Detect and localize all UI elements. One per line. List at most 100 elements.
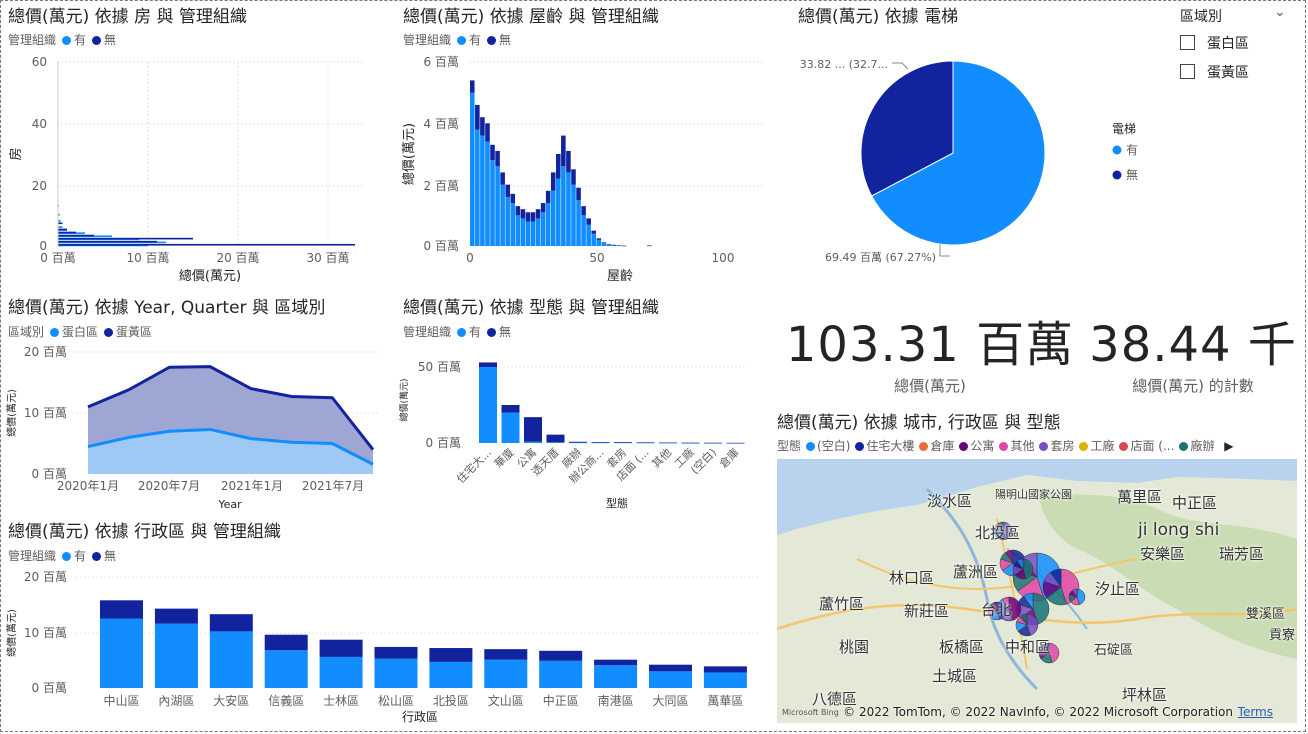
bar-mark[interactable] — [520, 209, 526, 219]
bar-mark[interactable] — [470, 92, 475, 247]
bar-mark[interactable] — [209, 614, 253, 632]
legend-next-arrow-icon[interactable]: ▶ — [1224, 439, 1233, 453]
bar-mark[interactable] — [556, 154, 561, 179]
legend-item[interactable]: 廠辦 — [1190, 439, 1214, 453]
bar-mark[interactable] — [374, 646, 418, 659]
legend-item[interactable]: 住宅大樓 — [866, 439, 914, 453]
bar-mark[interactable] — [374, 658, 418, 688]
slicer-item[interactable]: 蛋白區 — [1180, 33, 1249, 53]
bar-mark[interactable] — [561, 135, 566, 167]
bar-mark[interactable] — [58, 228, 67, 231]
bar-mark[interactable] — [524, 417, 542, 442]
bar-mark[interactable] — [535, 209, 541, 219]
bar-mark[interactable] — [100, 618, 143, 688]
bar-mark[interactable] — [264, 634, 308, 651]
bar-mark[interactable] — [611, 244, 617, 246]
checkbox-icon[interactable] — [1180, 64, 1195, 79]
bar-mark[interactable] — [576, 187, 581, 200]
bar-mark[interactable] — [520, 218, 526, 246]
legend-item[interactable]: 無 — [1126, 167, 1138, 182]
bar-mark[interactable] — [546, 442, 565, 443]
slicer-item[interactable]: 蛋黃區 — [1180, 62, 1249, 82]
bar-mark[interactable] — [591, 230, 596, 234]
total-price-card[interactable]: 103.31 百萬 總價(萬元) — [780, 305, 1080, 396]
bar-mark[interactable] — [495, 150, 500, 167]
bar-mark[interactable] — [659, 442, 677, 444]
bar-mark[interactable] — [545, 190, 551, 204]
bar-mark[interactable] — [58, 226, 63, 228]
legend-item[interactable]: 有 — [1126, 143, 1138, 157]
bar-mark[interactable] — [616, 245, 622, 246]
bar-mark[interactable] — [480, 135, 485, 246]
bar-mark[interactable] — [500, 184, 505, 246]
chevron-down-icon[interactable]: ⌄ — [1274, 4, 1286, 20]
bar-mark[interactable] — [470, 80, 475, 93]
bar-mark[interactable] — [576, 200, 581, 246]
bar-mark[interactable] — [429, 661, 473, 688]
bar-mark[interactable] — [704, 442, 722, 444]
bar-mark[interactable] — [209, 631, 253, 688]
bar-mark[interactable] — [571, 184, 576, 246]
bar-mark[interactable] — [501, 412, 520, 443]
bar-mark[interactable] — [429, 648, 473, 662]
bar-mark[interactable] — [540, 203, 546, 213]
bar-mark[interactable] — [703, 672, 747, 688]
bar-mark[interactable] — [525, 221, 531, 246]
bar-mark[interactable] — [571, 169, 576, 185]
bar-mark[interactable] — [480, 117, 485, 136]
bar-mark[interactable] — [479, 362, 497, 367]
bar-mark[interactable] — [591, 233, 596, 246]
bar-mark[interactable] — [484, 649, 528, 660]
bar-mark[interactable] — [681, 442, 700, 444]
bar-mark[interactable] — [581, 206, 586, 216]
bar-mark[interactable] — [515, 215, 521, 246]
legend-item[interactable]: (空白) — [817, 439, 850, 453]
checkbox-icon[interactable] — [1180, 35, 1195, 50]
bar-mark[interactable] — [539, 660, 583, 688]
bar-mark[interactable] — [556, 178, 561, 246]
legend-item[interactable]: 倉庫 — [930, 439, 954, 453]
bar-mark[interactable] — [550, 172, 556, 191]
legend-item[interactable]: 店面 (... — [1130, 439, 1174, 453]
bar-mark[interactable] — [596, 238, 602, 240]
bar-mark[interactable] — [515, 206, 521, 216]
bar-mark[interactable] — [501, 405, 520, 413]
bar-mark[interactable] — [530, 221, 536, 246]
bar-mark[interactable] — [649, 664, 692, 672]
bar-mark[interactable] — [569, 442, 587, 444]
bar-mark[interactable] — [490, 160, 495, 246]
bar-mark[interactable] — [726, 442, 745, 444]
bar-mark[interactable] — [319, 656, 363, 688]
bar-mark[interactable] — [550, 190, 556, 246]
bar-mark[interactable] — [566, 172, 571, 246]
bar-mark[interactable] — [505, 184, 510, 197]
legend-item[interactable]: 其他 — [1010, 439, 1034, 453]
bar-mark[interactable] — [601, 242, 607, 246]
bar-mark[interactable] — [703, 666, 747, 673]
bar-mark[interactable] — [500, 172, 505, 185]
bar-mark[interactable] — [540, 212, 546, 246]
rooms-chart-visual[interactable]: 總價(萬元) 依據 房 與 管理組織 管理組織有無 60 40 20 0 0 百… — [0, 0, 380, 290]
bar-mark[interactable] — [100, 600, 143, 619]
bar-mark[interactable] — [606, 244, 612, 246]
bar-mark[interactable] — [58, 234, 94, 237]
bar-mark[interactable] — [58, 237, 193, 240]
bar-mark[interactable] — [58, 243, 355, 246]
bar-mark[interactable] — [485, 123, 490, 142]
bar-mark[interactable] — [545, 203, 551, 246]
bar-mark[interactable] — [621, 245, 627, 247]
bar-mark[interactable] — [525, 212, 531, 222]
legend-item[interactable]: 工廠 — [1090, 439, 1114, 453]
bar-mark[interactable] — [596, 239, 602, 246]
bar-mark[interactable] — [614, 442, 632, 443]
bar-mark[interactable] — [591, 442, 610, 443]
map-visual[interactable]: 淡水區 陽明山國家公園 萬里區 中正區 北投區 ji long shi 安樂區 … — [777, 459, 1297, 723]
map-terms-link[interactable]: Terms — [1238, 705, 1273, 719]
bar-mark[interactable] — [581, 215, 586, 246]
bar-mark[interactable] — [647, 245, 652, 246]
legend-item[interactable]: 公寓 — [970, 439, 994, 453]
bar-mark[interactable] — [594, 665, 638, 688]
bar-mark[interactable] — [561, 166, 566, 246]
bar-mark[interactable] — [524, 441, 542, 443]
bar-mark[interactable] — [636, 442, 655, 443]
